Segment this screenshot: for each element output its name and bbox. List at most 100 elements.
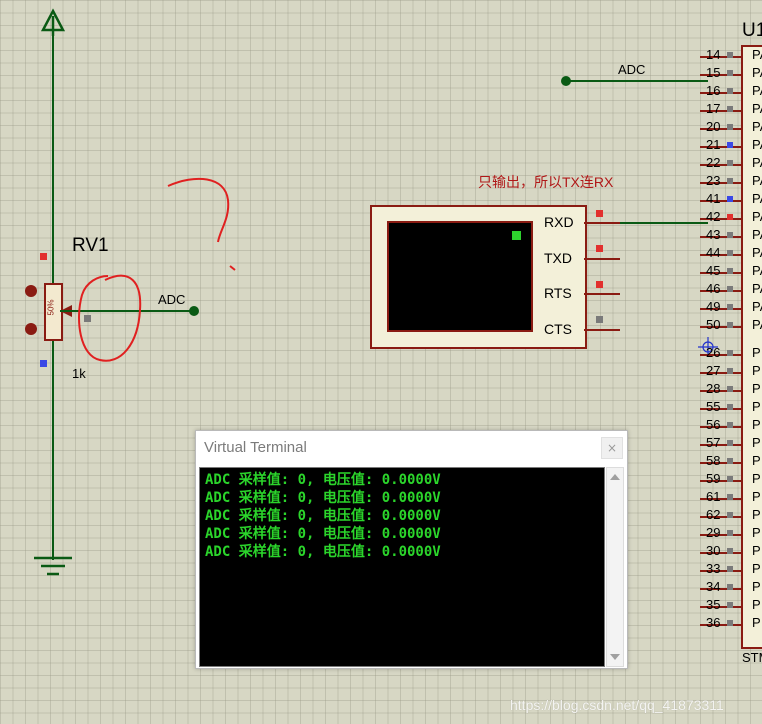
- pin-state-marker: [727, 368, 733, 374]
- mcu-pin[interactable]: 42 PA: [700, 209, 762, 227]
- scroll-up-icon[interactable]: [610, 474, 620, 480]
- terminal-led: [512, 231, 521, 240]
- mcu-pin[interactable]: 50 PA: [700, 317, 762, 335]
- mcu-pin[interactable]: 57 P: [700, 435, 762, 453]
- mcu-pin[interactable]: 35 P: [700, 597, 762, 615]
- pin-state-marker: [727, 160, 733, 166]
- mcu-pin[interactable]: 62 P: [700, 507, 762, 525]
- pin-name: PA: [752, 47, 762, 62]
- mcu-pin[interactable]: 16 PA: [700, 83, 762, 101]
- mcu-pin[interactable]: 43 PA: [700, 227, 762, 245]
- pin-number: 29: [706, 525, 721, 540]
- window-title: Virtual Terminal: [204, 439, 307, 456]
- pin-name: P: [752, 345, 761, 360]
- mcu-pin[interactable]: 41 PA: [700, 191, 762, 209]
- adc-net-label-right: ADC: [618, 62, 646, 77]
- mcu-pin[interactable]: 23 PA: [700, 173, 762, 191]
- pin-number: 45: [706, 263, 721, 278]
- pin-name: PA: [752, 209, 762, 224]
- pin-number: 58: [706, 453, 721, 468]
- pin-state-marker: [727, 286, 733, 292]
- mcu-pin[interactable]: 29 P: [700, 525, 762, 543]
- annotation-text: 只输出，所以TX连RX: [478, 174, 614, 190]
- pin-label-txd: TXD: [544, 250, 572, 266]
- mcu-pin[interactable]: 20 PA: [700, 119, 762, 137]
- pin-state-marker: [727, 422, 733, 428]
- pin-name: P: [752, 489, 761, 504]
- pin-name: PA: [752, 263, 762, 278]
- mcu-pin[interactable]: 30 P: [700, 543, 762, 561]
- pin-name: PA: [752, 191, 762, 206]
- pin-number: 23: [706, 173, 721, 188]
- pin-name: PA: [752, 281, 762, 296]
- mcu-pin[interactable]: 21 PA: [700, 137, 762, 155]
- pin-name: P: [752, 615, 761, 630]
- mcu-pin[interactable]: 59 P: [700, 471, 762, 489]
- mcu-pin[interactable]: 33 P: [700, 561, 762, 579]
- pin-number: 26: [706, 345, 721, 360]
- mcu-bottom-label: STM: [742, 650, 762, 665]
- cts-state: [596, 316, 603, 323]
- pin-name: P: [752, 507, 761, 522]
- pin-state-marker: [727, 322, 733, 328]
- vertical-scrollbar[interactable]: [606, 467, 624, 667]
- terminal-line: ADC 采样值: 0, 电压值: 0.0000V: [205, 544, 441, 560]
- pin-number: 49: [706, 299, 721, 314]
- terminal-output[interactable]: ADC 采样值: 0, 电压值: 0.0000V ADC 采样值: 0, 电压值…: [199, 467, 605, 667]
- pin-label-rts: RTS: [544, 285, 572, 301]
- scroll-down-icon[interactable]: [610, 654, 620, 660]
- mcu-pin[interactable]: 22 PA: [700, 155, 762, 173]
- pin-state-marker: [727, 584, 733, 590]
- pin-state-marker: [727, 440, 733, 446]
- close-button[interactable]: ×: [601, 437, 623, 459]
- pin-name: P: [752, 381, 761, 396]
- pin-label-rxd: RXD: [544, 214, 574, 230]
- pin-state-marker: [727, 250, 733, 256]
- mcu-pin[interactable]: 58 P: [700, 453, 762, 471]
- mcu-pin[interactable]: 55 P: [700, 399, 762, 417]
- pin-number: 43: [706, 227, 721, 242]
- mcu-pin[interactable]: 14 PA: [700, 47, 762, 65]
- txd-state: [596, 245, 603, 252]
- decrement-button[interactable]: [25, 323, 37, 335]
- pin-state-marker: [727, 350, 733, 356]
- pin-number: 42: [706, 209, 721, 224]
- increment-button[interactable]: [25, 285, 37, 297]
- txd-lead: [584, 258, 620, 260]
- rts-state: [596, 281, 603, 288]
- mcu-pin[interactable]: 36 P: [700, 615, 762, 633]
- pin-number: 20: [706, 119, 721, 134]
- pin-number: 27: [706, 363, 721, 378]
- pin-state-marker: [727, 530, 733, 536]
- mcu-pin[interactable]: 49 PA: [700, 299, 762, 317]
- pin-number: 50: [706, 317, 721, 332]
- rxd-state: [596, 210, 603, 217]
- pin-name: P: [752, 399, 761, 414]
- pin-name: P: [752, 579, 761, 594]
- pin-name: P: [752, 363, 761, 378]
- mcu-pin[interactable]: 15 PA: [700, 65, 762, 83]
- mcu-pin[interactable]: 27 P: [700, 363, 762, 381]
- pin-number: 30: [706, 543, 721, 558]
- pin-state-marker: [727, 178, 733, 184]
- pin-name: PA: [752, 173, 762, 188]
- mcu-pin[interactable]: 28 P: [700, 381, 762, 399]
- mcu-pin[interactable]: 56 P: [700, 417, 762, 435]
- pin-number: 56: [706, 417, 721, 432]
- mcu-pin[interactable]: 46 PA: [700, 281, 762, 299]
- virtual-terminal-window[interactable]: Virtual Terminal × ADC 采样值: 0, 电压值: 0.00…: [195, 430, 628, 669]
- pin-number: 36: [706, 615, 721, 630]
- pin-state-marker: [727, 548, 733, 554]
- terminal-line: ADC 采样值: 0, 电压值: 0.0000V: [205, 526, 441, 542]
- pin-state-marker: [727, 458, 733, 464]
- mcu-pin[interactable]: 17 PA: [700, 101, 762, 119]
- pin-state-marker: [727, 70, 733, 76]
- mcu-pin[interactable]: 45 PA: [700, 263, 762, 281]
- mcu-pin[interactable]: 26 P: [700, 345, 762, 363]
- pin-name: PA: [752, 245, 762, 260]
- mcu-pin[interactable]: 44 PA: [700, 245, 762, 263]
- pin-number: 35: [706, 597, 721, 612]
- pin-state-marker: [727, 106, 733, 112]
- mcu-pin[interactable]: 34 P: [700, 579, 762, 597]
- mcu-pin[interactable]: 61 P: [700, 489, 762, 507]
